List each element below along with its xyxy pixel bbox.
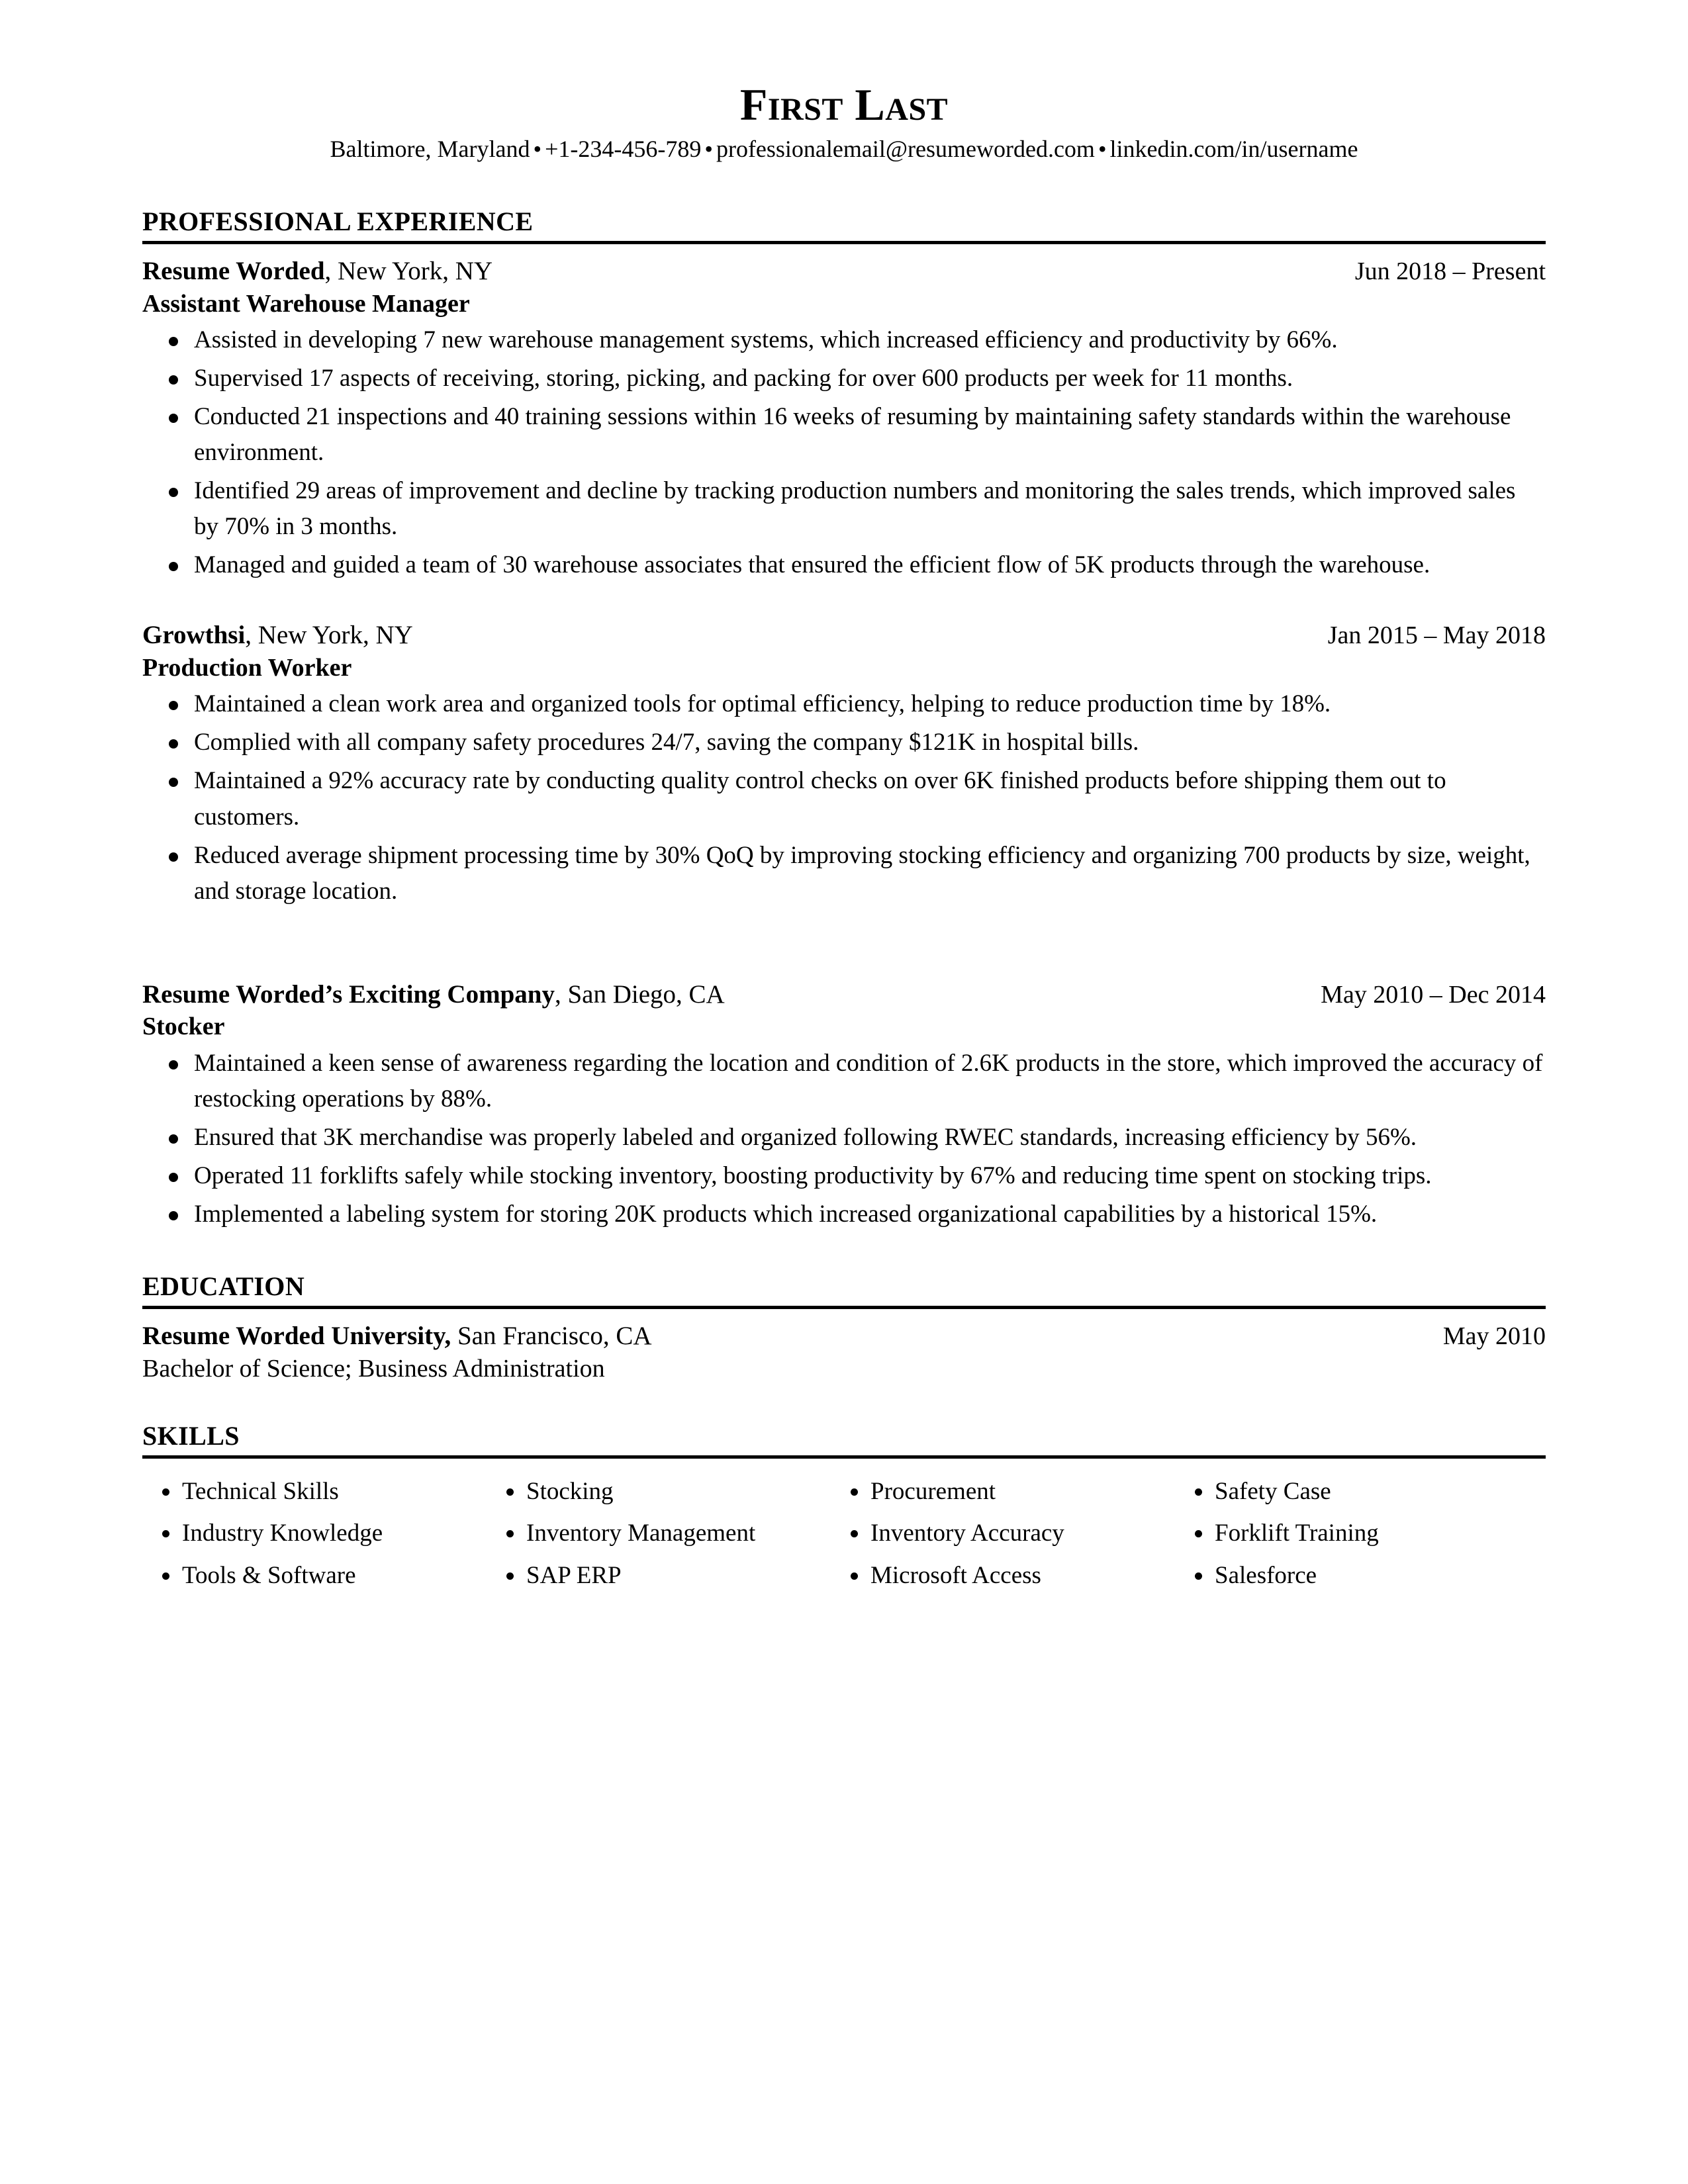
section-education: EDUCATION Resume Worded University, San …	[142, 1271, 1546, 1385]
contact-phone: +1-234-456-789	[545, 136, 702, 163]
experience-entry: Growthsi, New York, NY Jan 2015 – May 20…	[142, 620, 1546, 909]
entry-organization: Resume Worded University, San Francisco,…	[142, 1321, 652, 1352]
candidate-name: First Last	[739, 79, 949, 130]
achievement-item: Managed and guided a team of 30 warehous…	[142, 547, 1546, 583]
skill-item: SAP ERP	[502, 1555, 847, 1597]
skill-item: Salesforce	[1191, 1555, 1562, 1597]
section-title-education: EDUCATION	[142, 1271, 305, 1301]
company-name: Resume Worded’s Exciting Company	[142, 979, 555, 1009]
achievement-item: Supervised 17 aspects of receiving, stor…	[142, 361, 1546, 396]
achievement-list: Maintained a clean work area and organiz…	[142, 686, 1546, 909]
section-divider	[142, 240, 1546, 244]
skill-item: Stocking	[502, 1471, 847, 1513]
contact-line: Baltimore, Maryland • +1-234-456-789 • profe…	[142, 134, 1546, 165]
contact-email[interactable]: professionalemail@resumeworded.com	[716, 136, 1095, 162]
company-location: , New York, NY	[324, 256, 493, 285]
contact-separator: •	[533, 136, 542, 163]
skill-item: Microsoft Access	[847, 1555, 1191, 1597]
entry-header: Growthsi, New York, NY Jan 2015 – May 20…	[142, 620, 1546, 651]
entry-organization: Resume Worded’s Exciting Company, San Di…	[142, 979, 725, 1011]
entry-dates: May 2010 – Dec 2014	[1321, 980, 1546, 1009]
skill-item: Tools & Software	[158, 1555, 502, 1597]
entry-header: Resume Worded University, San Francisco,…	[142, 1321, 1546, 1352]
job-title: Stocker	[142, 1013, 225, 1041]
entry-dates: Jan 2015 – May 2018	[1327, 621, 1546, 650]
entry-header: Resume Worded, New York, NY Jun 2018 – P…	[142, 256, 1546, 287]
skills-grid: Technical Skills Stocking Procurement Sa…	[142, 1471, 1546, 1597]
achievement-item: Reduced average shipment processing time…	[142, 838, 1546, 909]
contact-linkedin[interactable]: linkedin.com/in/username	[1110, 136, 1358, 162]
achievement-item: Conducted 21 inspections and 40 training…	[142, 399, 1546, 471]
achievement-item: Implemented a labeling system for storin…	[142, 1197, 1546, 1232]
company-name: Resume Worded	[142, 256, 325, 285]
achievement-item: Maintained a 92% accuracy rate by conduc…	[142, 763, 1546, 835]
entry-header: Resume Worded’s Exciting Company, San Di…	[142, 979, 1546, 1011]
achievement-item: Complied with all company safety procedu…	[142, 725, 1546, 760]
section-skills: SKILLS Technical Skills Stocking Procure…	[142, 1421, 1546, 1597]
contact-separator: •	[1098, 136, 1107, 163]
section-divider	[142, 1305, 1546, 1309]
achievement-item: Ensured that 3K merchandise was properly…	[142, 1120, 1546, 1156]
school-name: Resume Worded University,	[142, 1321, 451, 1350]
achievement-item: Assisted in developing 7 new warehouse m…	[142, 322, 1546, 358]
achievement-item: Maintained a clean work area and organiz…	[142, 686, 1546, 722]
achievement-list: Assisted in developing 7 new warehouse m…	[142, 322, 1546, 583]
company-location: , San Diego, CA	[554, 979, 725, 1009]
skill-item: Safety Case	[1191, 1471, 1562, 1513]
section-divider	[142, 1455, 1546, 1459]
resume-header: First Last Baltimore, Maryland • +1-234-45…	[142, 79, 1546, 165]
contact-separator: •	[704, 136, 713, 163]
achievement-item: Operated 11 forklifts safely while stock…	[142, 1158, 1546, 1194]
skill-item: Industry Knowledge	[158, 1512, 502, 1555]
entry-organization: Growthsi, New York, NY	[142, 620, 413, 651]
entry-dates: May 2010	[1442, 1322, 1546, 1350]
achievement-list: Maintained a keen sense of awareness reg…	[142, 1046, 1546, 1232]
entry-dates: Jun 2018 – Present	[1354, 257, 1546, 285]
degree-text: Bachelor of Science; Business Administra…	[142, 1354, 605, 1383]
skill-item: Inventory Management	[502, 1512, 847, 1555]
skill-item: Forklift Training	[1191, 1512, 1562, 1555]
achievement-item: Identified 29 areas of improvement and d…	[142, 473, 1546, 545]
resume-page: First Last Baltimore, Maryland • +1-234-45…	[0, 0, 1688, 2184]
experience-entry: Resume Worded’s Exciting Company, San Di…	[142, 979, 1546, 1232]
skill-item: Technical Skills	[158, 1471, 502, 1513]
entry-organization: Resume Worded, New York, NY	[142, 256, 492, 287]
section-title-experience: PROFESSIONAL EXPERIENCE	[142, 206, 534, 236]
job-title: Assistant Warehouse Manager	[142, 289, 470, 318]
skill-item: Inventory Accuracy	[847, 1512, 1191, 1555]
section-professional-experience: PROFESSIONAL EXPERIENCE Resume Worded, N…	[142, 206, 1546, 1232]
job-title: Production Worker	[142, 653, 352, 682]
company-name: Growthsi	[142, 621, 246, 650]
education-entry: Resume Worded University, San Francisco,…	[142, 1321, 1546, 1385]
skill-item: Procurement	[847, 1471, 1191, 1513]
school-location: San Francisco, CA	[451, 1321, 652, 1350]
achievement-item: Maintained a keen sense of awareness reg…	[142, 1046, 1546, 1117]
company-location: , New York, NY	[245, 621, 413, 650]
experience-entry: Resume Worded, New York, NY Jun 2018 – P…	[142, 256, 1546, 583]
section-title-skills: SKILLS	[142, 1421, 240, 1451]
contact-location: Baltimore, Maryland	[330, 136, 530, 163]
